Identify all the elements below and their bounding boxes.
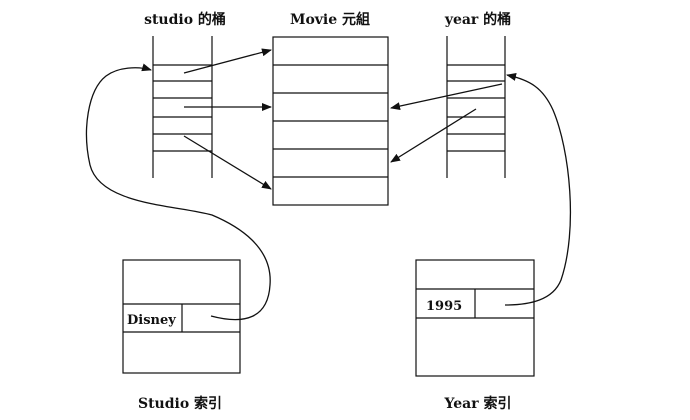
studio-index-to-bucket-arrow <box>85 63 271 321</box>
year-index-key: 1995 <box>426 299 462 314</box>
movie-tuples-label: Movie 元組 <box>290 11 370 28</box>
studio-bucket-pointer-1 <box>183 48 272 74</box>
studio-buckets-label: studio 的桶 <box>144 11 226 28</box>
studio-index-box: Disney <box>122 259 241 374</box>
year-bucket-pointer-2 <box>390 108 477 163</box>
year-buckets-label: year 的桶 <box>444 11 511 28</box>
index-diagram: studio 的桶 Movie 元組 year 的桶 Disney 1995 S… <box>85 11 572 412</box>
year-index-to-bucket-arrow <box>504 73 572 306</box>
year-bucket-column <box>446 36 506 178</box>
movie-tuples-table <box>272 36 389 206</box>
studio-index-label: Studio 索引 <box>138 395 222 412</box>
year-index-box: 1995 <box>415 259 535 377</box>
studio-bucket-pointer-3 <box>183 135 272 190</box>
studio-index-key: Disney <box>127 313 176 328</box>
year-index-label: Year 索引 <box>443 395 511 412</box>
